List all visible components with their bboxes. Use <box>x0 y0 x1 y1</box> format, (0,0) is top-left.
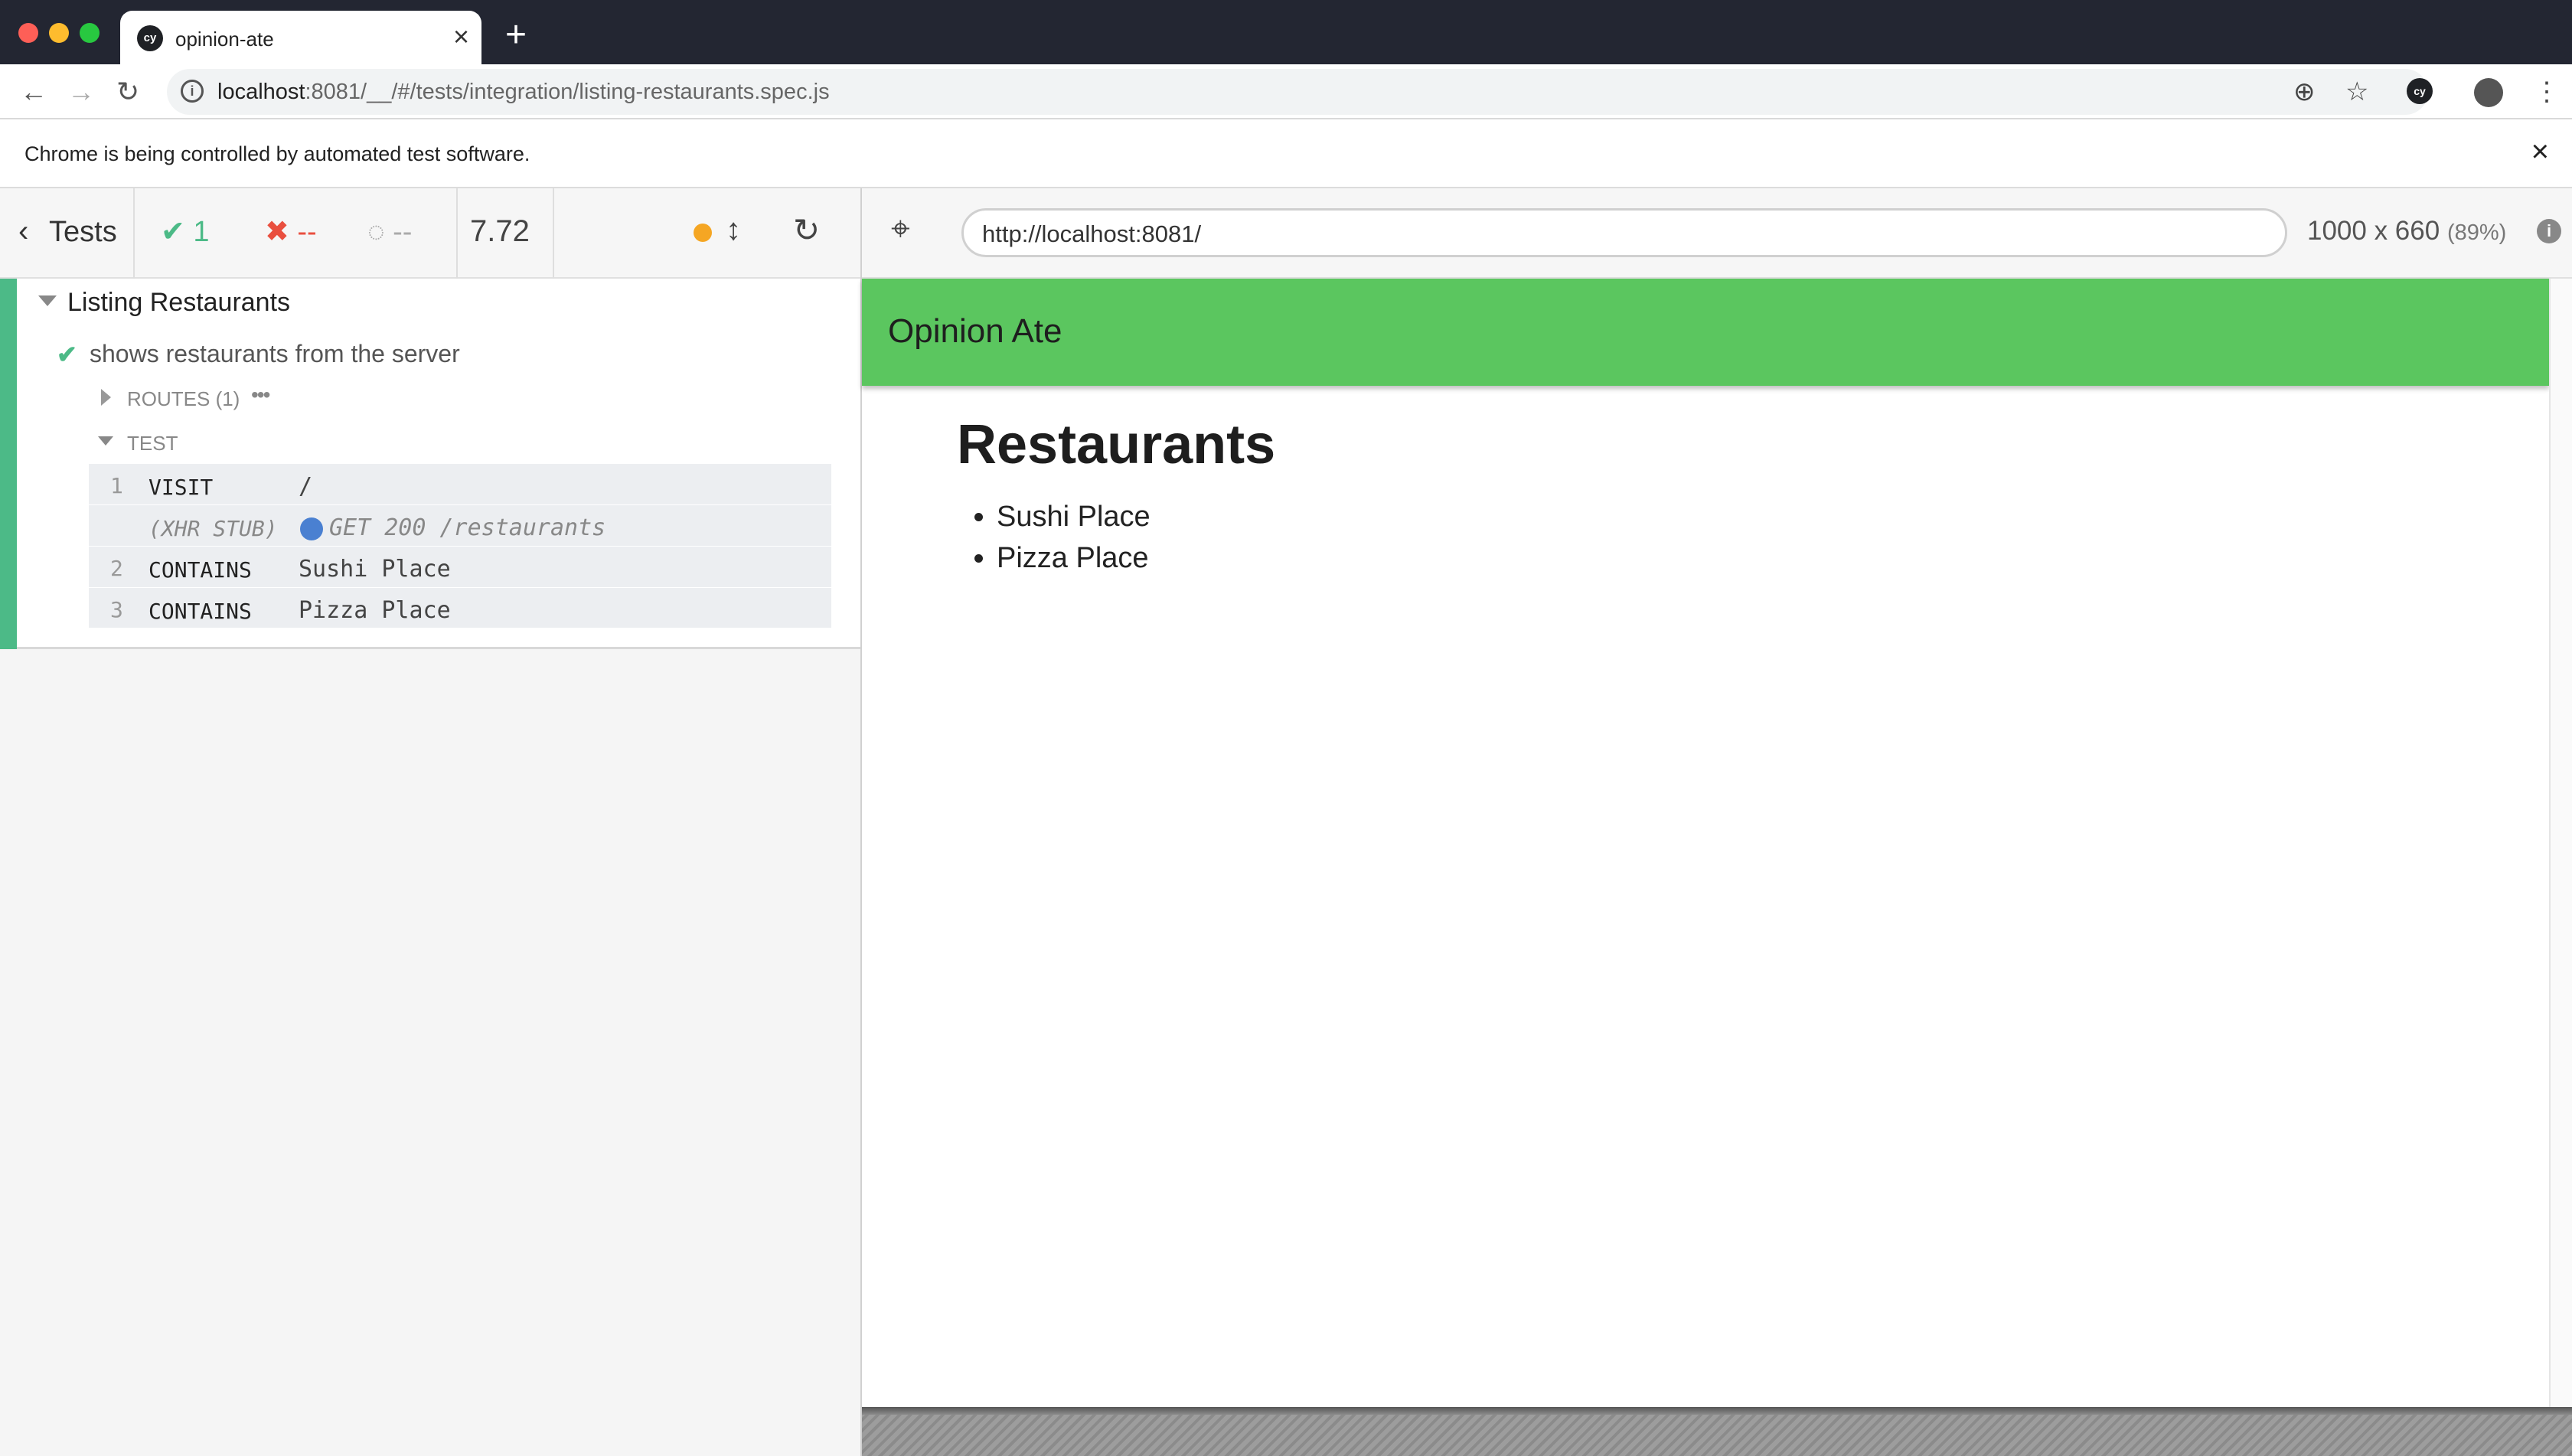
selector-playground-crosshair-icon[interactable]: ⌖ <box>891 210 910 248</box>
zoom-icon[interactable]: ⊕ <box>2293 77 2316 107</box>
url-host: localhost <box>217 80 305 104</box>
aut-frame-background <box>862 1407 2572 1456</box>
viewport-scale: (89%) <box>2446 220 2507 245</box>
app-bar: Opinion Ate <box>862 279 2549 386</box>
infobar-message: Chrome is being controlled by automated … <box>24 142 530 165</box>
routes-label[interactable]: ROUTES (1) <box>127 387 240 411</box>
command-message: / <box>299 473 313 500</box>
failed-count: -- <box>297 216 317 248</box>
command-list: 1 VISIT / (XHR STUB) GET 200 /restaurant… <box>89 464 831 629</box>
command-number: 2 <box>110 556 123 581</box>
page-heading: Restaurants <box>957 414 1276 475</box>
cypress-extension-icon[interactable]: cy <box>2407 78 2433 104</box>
tab-close-icon[interactable]: × <box>453 21 469 52</box>
command-name: VISIT <box>149 475 214 500</box>
routes-expand-icon[interactable] <box>101 389 111 406</box>
test-passed-check-icon: ✔ <box>57 341 77 368</box>
viewport-info-icon[interactable]: i <box>2537 219 2561 243</box>
rerun-icon[interactable]: ↻ <box>793 211 820 249</box>
failed-stat: ✖ -- <box>265 214 317 250</box>
viewport-size: 1000 x 660 <box>2307 216 2440 246</box>
suite-collapse-icon[interactable] <box>38 295 57 306</box>
infobar-close-icon[interactable]: × <box>2531 135 2549 168</box>
minimize-window-button[interactable] <box>49 23 69 43</box>
passed-stat: ✔ 1 <box>161 214 210 250</box>
command-message: GET 200 /restaurants <box>329 514 606 541</box>
forward-arrow-icon[interactable]: → <box>67 77 95 107</box>
test-section-collapse-icon[interactable] <box>98 436 113 446</box>
pending-count: -- <box>393 216 413 248</box>
pending-stat: ◌ -- <box>367 214 412 250</box>
tests-button[interactable]: ‹ Tests <box>0 188 135 279</box>
restaurant-list-item: Pizza Place <box>997 537 1151 579</box>
aut-scrollbar[interactable] <box>2549 279 2572 1407</box>
back-arrow-icon[interactable]: ← <box>20 77 47 107</box>
restaurant-list: Sushi Place Pizza Place <box>997 496 1151 579</box>
more-ellipsis-icon[interactable]: ••• <box>251 383 270 407</box>
bookmark-star-icon[interactable]: ☆ <box>2345 77 2368 107</box>
check-icon: ✔ <box>161 216 185 248</box>
aut-url-bar[interactable]: http://localhost:8081/ <box>961 208 2287 257</box>
viewport-info: 1000 x 660 (89%) <box>2307 216 2506 246</box>
suite-panel: Listing Restaurants ✔ shows restaurants … <box>0 279 860 649</box>
reporter-header: ‹ Tests ✔ 1 ✖ -- ◌ -- 7.72 ↕ ↻ <box>0 188 860 279</box>
xhr-status-dot-icon <box>300 517 323 540</box>
browser-tab-strip: cy opinion-ate × + <box>0 0 2572 64</box>
command-row[interactable]: 1 VISIT / <box>89 464 831 505</box>
command-name: CONTAINS <box>149 557 252 583</box>
cross-icon: ✖ <box>265 216 289 248</box>
command-name: (XHR STUB) <box>149 516 278 541</box>
command-row[interactable]: (XHR STUB) GET 200 /restaurants <box>89 505 831 547</box>
auto-scroll-toggle-icon[interactable]: ↕ <box>726 213 741 247</box>
suite-title[interactable]: Listing Restaurants <box>67 288 290 318</box>
command-number: 1 <box>110 473 123 498</box>
chevron-left-icon: ‹ <box>18 214 29 248</box>
command-name: CONTAINS <box>149 599 252 624</box>
running-indicator-dot <box>694 224 712 242</box>
browser-tab[interactable]: cy opinion-ate × <box>120 11 481 64</box>
command-log-reporter: Listing Restaurants ✔ shows restaurants … <box>0 279 860 1456</box>
site-info-icon[interactable]: i <box>181 80 204 103</box>
aut-header: ⌖ http://localhost:8081/ 1000 x 660 (89%… <box>862 188 2572 279</box>
cypress-favicon-icon: cy <box>137 25 163 51</box>
automation-infobar: Chrome is being controlled by automated … <box>0 119 2572 188</box>
suite-pass-indicator <box>0 279 17 649</box>
close-window-button[interactable] <box>18 23 38 43</box>
pending-circle-icon: ◌ <box>367 216 385 248</box>
tests-button-label: Tests <box>49 216 117 248</box>
browser-menu-icon[interactable]: ⋮ <box>2534 77 2560 107</box>
command-message: Sushi Place <box>299 556 451 583</box>
test-section-label: TEST <box>127 432 178 455</box>
tab-title: opinion-ate <box>175 28 274 51</box>
maximize-window-button[interactable] <box>80 23 100 43</box>
url-path: :8081/__/#/tests/integration/listing-res… <box>305 80 830 104</box>
test-title[interactable]: shows restaurants from the server <box>90 340 460 368</box>
address-bar-url[interactable]: localhost:8081/__/#/tests/integration/li… <box>217 80 830 105</box>
passed-count: 1 <box>193 216 210 248</box>
new-tab-button[interactable]: + <box>505 17 527 54</box>
command-number: 3 <box>110 597 123 622</box>
aut-url-text: http://localhost:8081/ <box>982 220 1202 247</box>
reload-icon[interactable]: ↻ <box>116 77 139 107</box>
command-row[interactable]: 3 CONTAINS Pizza Place <box>89 588 831 629</box>
app-bar-title: Opinion Ate <box>888 312 1062 350</box>
browser-toolbar: ← → ↻ i localhost:8081/__/#/tests/integr… <box>0 64 2572 119</box>
restaurant-list-item: Sushi Place <box>997 496 1151 537</box>
address-bar[interactable]: i localhost:8081/__/#/tests/integration/… <box>167 69 2428 115</box>
command-row[interactable]: 2 CONTAINS Sushi Place <box>89 547 831 588</box>
app-under-test-frame: Opinion Ate Restaurants Sushi Place Pizz… <box>862 279 2572 1407</box>
command-message: Pizza Place <box>299 597 451 624</box>
profile-avatar-icon[interactable] <box>2474 78 2503 107</box>
duration-seconds: 7.72 <box>470 214 530 248</box>
